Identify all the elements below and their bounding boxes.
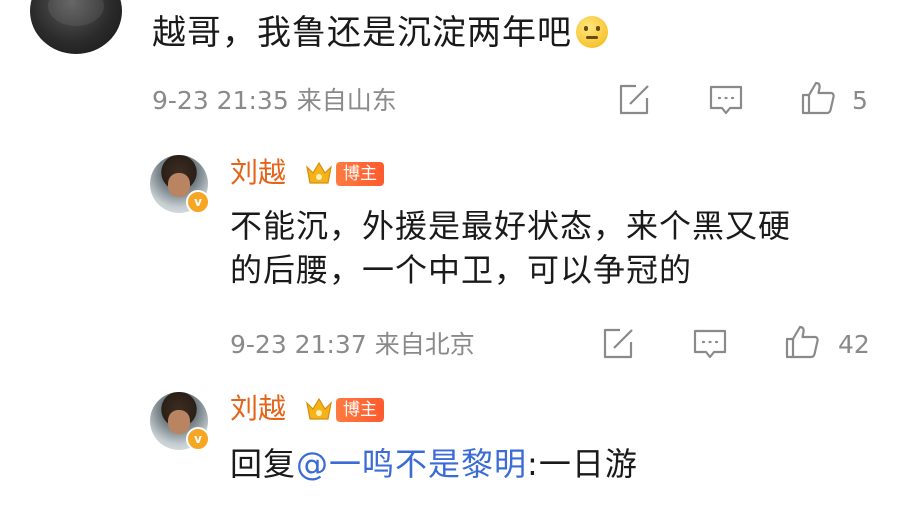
reply-line: 不能沉，外援是最好状态，来个黑又硬: [230, 207, 792, 245]
verified-icon: v: [186, 427, 210, 451]
like-icon[interactable]: [800, 80, 836, 116]
username[interactable]: 刘越: [230, 392, 286, 426]
reply-text: 回复@一鸣不是黎明:一日游: [230, 442, 638, 486]
comment-icon[interactable]: [692, 326, 728, 362]
comment-icon[interactable]: [708, 82, 744, 118]
comment-body: 越哥，我鲁还是沉淀两年吧: [152, 13, 572, 53]
comment-meta: 9-23 21:35 来自山东: [152, 86, 397, 116]
avatar[interactable]: [30, 0, 122, 54]
comment-location: 来自山东: [296, 86, 397, 115]
reply-body: :一日游: [527, 445, 638, 483]
reply-line: 的后腰，一个中卫，可以争冠的: [230, 251, 693, 289]
repost-icon[interactable]: [616, 82, 652, 118]
comment-location: 来自北京: [374, 330, 475, 359]
username[interactable]: 刘越: [230, 156, 286, 190]
like-icon[interactable]: [784, 324, 820, 360]
verified-icon: v: [186, 190, 210, 214]
comment-text: 越哥，我鲁还是沉淀两年吧: [152, 10, 608, 56]
crown-icon: [304, 394, 334, 424]
comment-time: 9-23 21:35: [152, 86, 289, 115]
like-count: 42: [838, 330, 870, 359]
author-badge: 博主: [336, 398, 384, 422]
comment-meta: 9-23 21:37 来自北京: [230, 330, 475, 360]
crown-icon: [304, 158, 334, 188]
repost-icon[interactable]: [600, 326, 636, 362]
thinking-face-icon: [576, 16, 608, 48]
reply-text: 不能沉，外援是最好状态，来个黑又硬 的后腰，一个中卫，可以争冠的: [230, 204, 791, 292]
comment-time: 9-23 21:37: [230, 330, 367, 359]
mention-link[interactable]: @一鸣不是黎明: [296, 445, 527, 483]
reply-prefix: 回复: [230, 445, 297, 483]
author-badge: 博主: [336, 162, 384, 186]
like-count: 5: [852, 86, 868, 115]
